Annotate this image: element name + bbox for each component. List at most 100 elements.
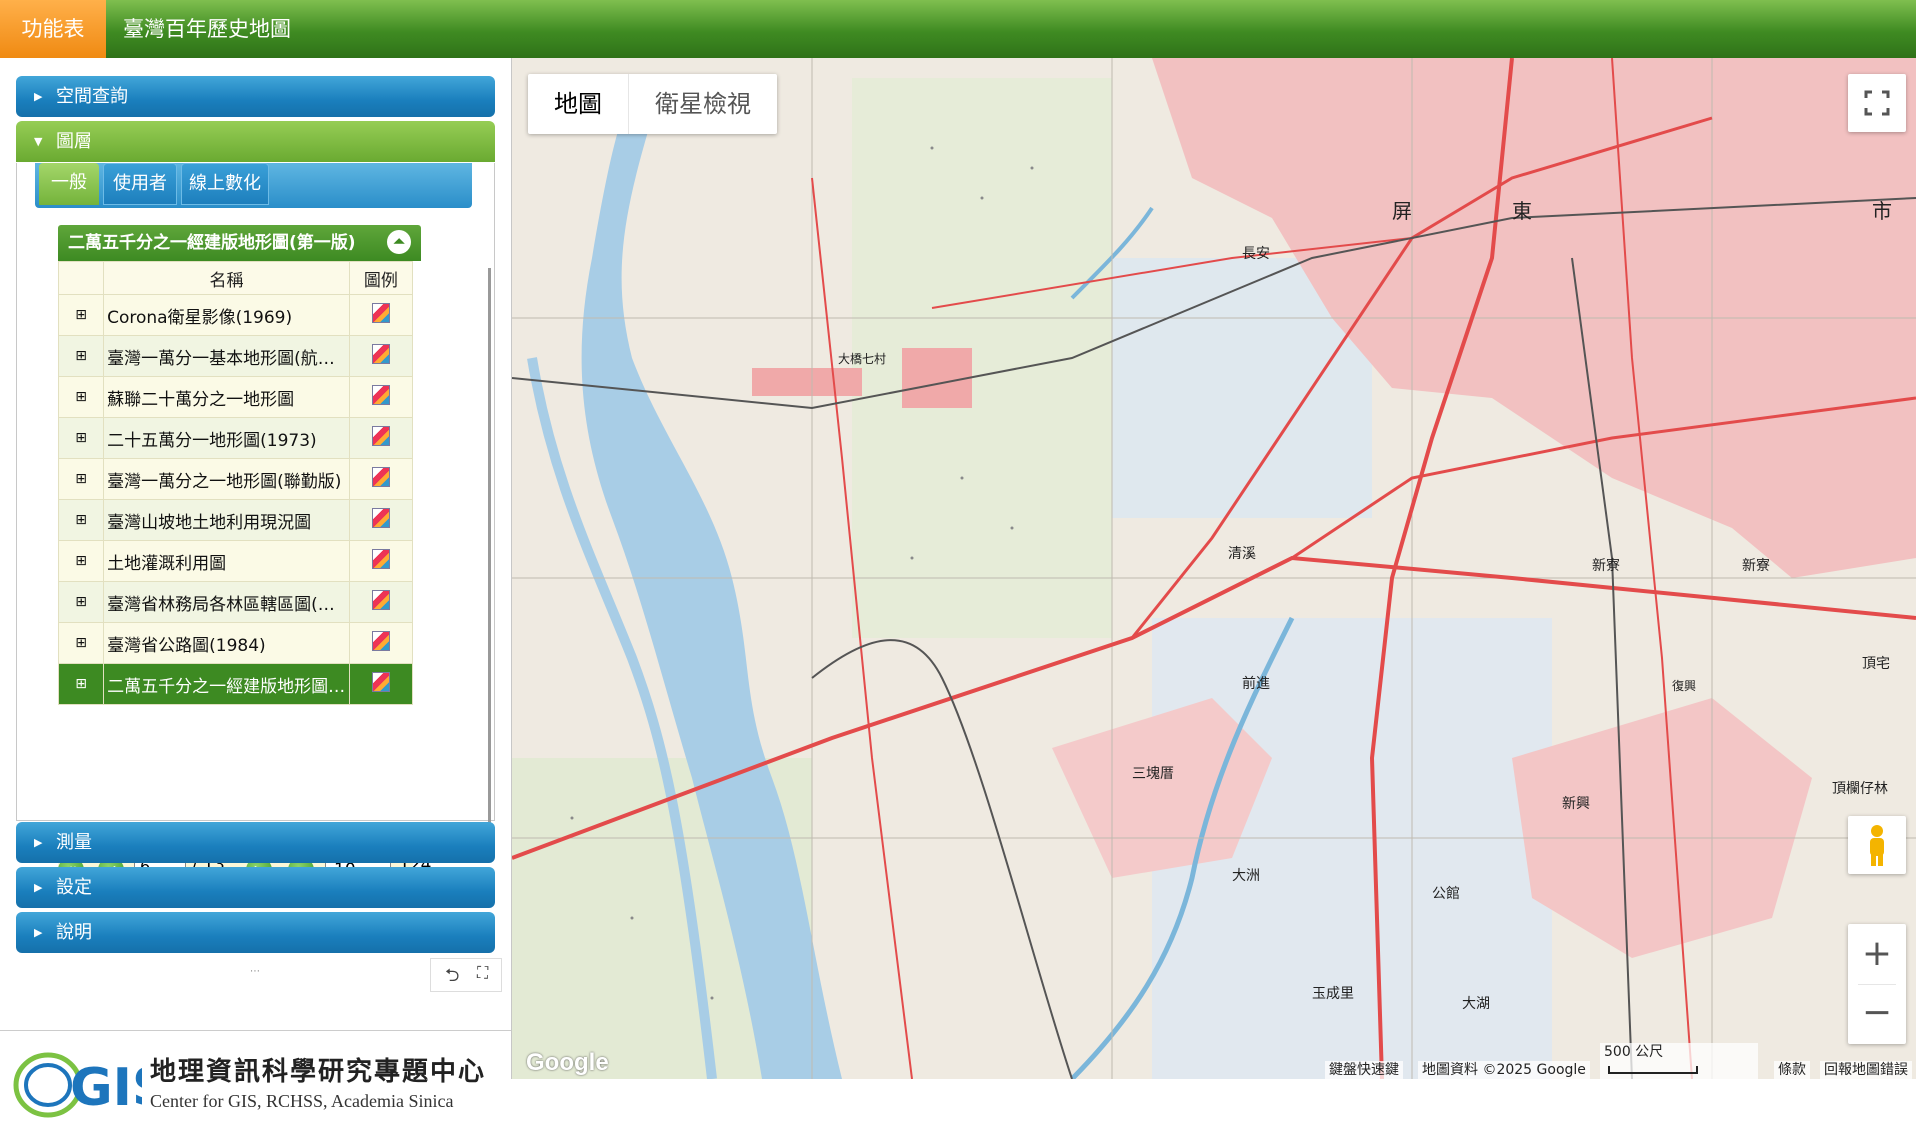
zoom-in-button[interactable]: + bbox=[1848, 924, 1906, 984]
chevron-right-icon: ▶ bbox=[34, 90, 43, 103]
legend-icon[interactable] bbox=[371, 548, 390, 569]
table-row[interactable]: ⊞臺灣一萬分一基本地形圖(航照正射影像) bbox=[57, 335, 414, 377]
legend-icon[interactable] bbox=[371, 671, 390, 692]
expand-icon[interactable]: ⊞ bbox=[57, 335, 105, 377]
expand-icon[interactable]: ⊞ bbox=[57, 294, 105, 336]
tab-general[interactable]: 一般 bbox=[39, 163, 99, 205]
gis-logo-icon: GIS bbox=[13, 1052, 142, 1118]
menu-button[interactable]: 功能表 bbox=[0, 0, 106, 58]
layer-name[interactable]: Corona衛星影像(1969) bbox=[103, 294, 350, 336]
google-logo[interactable]: Google bbox=[526, 1049, 609, 1077]
table-row[interactable]: ⊞ 蘇聯二十萬分之一地形圖 bbox=[57, 376, 414, 418]
layer-name[interactable]: 二萬五千分之一經建版地形圖(第一版) bbox=[103, 663, 350, 705]
legend-icon[interactable] bbox=[371, 302, 390, 323]
table-row[interactable]: ⊞ 臺灣山坡地土地利用現況圖 bbox=[57, 499, 414, 541]
expand-icon[interactable]: ⊞ bbox=[57, 417, 105, 459]
map-label: 市 bbox=[1872, 199, 1892, 223]
map-type-control: 地圖 衛星檢視 bbox=[528, 74, 777, 134]
map-canvas[interactable]: 屏 東 市 長安 大洲 新寮 新寮 前進 三塊厝 清溪 公館 頂宅 頂欄仔林 大… bbox=[512, 58, 1916, 1079]
legend-icon[interactable] bbox=[371, 466, 390, 487]
logo-subtitle: Center for GIS, RCHSS, Academia Sinica bbox=[150, 1091, 454, 1111]
scale-bar[interactable]: 500 公尺 bbox=[1600, 1043, 1758, 1079]
table-row[interactable]: ⊞ 土地灌溉利用圖 bbox=[57, 540, 414, 582]
section-layers[interactable]: ▼ 圖層 bbox=[16, 121, 495, 162]
street-view-pegman[interactable] bbox=[1848, 816, 1906, 874]
layer-tabs: 一般 使用者 線上數化 bbox=[35, 163, 472, 208]
map-type-map-button[interactable]: 地圖 bbox=[528, 74, 629, 134]
panel-tools: ⮌ ⛶ bbox=[430, 958, 502, 992]
keyboard-shortcuts-link[interactable]: 鍵盤快速鍵 bbox=[1325, 1061, 1403, 1079]
layer-name[interactable]: 二十五萬分一地形圖(1973) bbox=[103, 417, 350, 459]
expand-icon[interactable]: ⊞ bbox=[57, 499, 105, 541]
expand-icon[interactable]: ⊞ bbox=[57, 458, 105, 500]
layer-name[interactable]: 臺灣省林務局各林區轄區圖(林班圖) bbox=[103, 581, 350, 623]
expand-icon[interactable]: ⊞ bbox=[57, 581, 105, 623]
legend-icon[interactable] bbox=[371, 589, 390, 610]
section-spatial-query[interactable]: ▶ 空間查詢 bbox=[16, 76, 495, 117]
layer-name[interactable]: 土地灌溉利用圖 bbox=[103, 540, 350, 582]
legend-icon[interactable] bbox=[371, 630, 390, 651]
fullscreen-button[interactable] bbox=[1848, 74, 1906, 132]
table-row[interactable]: ⊞ 臺灣省公路圖(1984) bbox=[57, 622, 414, 664]
map-tiles: 屏 東 市 長安 大洲 新寮 新寮 前進 三塊厝 清溪 公館 頂宅 頂欄仔林 大… bbox=[512, 58, 1916, 1079]
collapse-icon[interactable]: ⏶ bbox=[387, 230, 411, 254]
report-map-error-link[interactable]: 回報地圖錯誤 bbox=[1820, 1061, 1912, 1079]
legend-icon[interactable] bbox=[371, 425, 390, 446]
terms-link[interactable]: 條款 bbox=[1774, 1061, 1810, 1079]
layer-name[interactable]: 臺灣一萬分之一地形圖(聯勤版) bbox=[103, 458, 350, 500]
column-expand bbox=[57, 261, 105, 295]
map-label: 頂欄仔林 bbox=[1832, 781, 1888, 797]
map-label: 復興 bbox=[1672, 678, 1696, 693]
map-label: 大湖 bbox=[1462, 996, 1490, 1012]
expand-icon[interactable]: ⊞ bbox=[57, 622, 105, 664]
section-help[interactable]: ▶ 說明 bbox=[16, 912, 495, 953]
tab-online-digitize[interactable]: 線上數化 bbox=[181, 163, 269, 205]
layer-name[interactable]: 臺灣山坡地土地利用現況圖 bbox=[103, 499, 350, 541]
legend-icon[interactable] bbox=[371, 507, 390, 528]
fullscreen-icon bbox=[1864, 90, 1890, 116]
column-legend: 圖例 bbox=[348, 261, 414, 295]
undo-icon[interactable]: ⮌ bbox=[445, 963, 459, 993]
section-measure[interactable]: ▶ 測量 bbox=[16, 822, 495, 863]
section-label: 圖層 bbox=[56, 131, 92, 152]
zoom-control: + − bbox=[1848, 924, 1906, 1044]
map-label: 玉成里 bbox=[1312, 986, 1354, 1002]
map-label: 大橋七村 bbox=[838, 352, 886, 366]
scale-line bbox=[1608, 1066, 1698, 1074]
layer-name[interactable]: 臺灣一萬分一基本地形圖(航照正射影像) bbox=[103, 335, 350, 377]
layer-name[interactable]: 蘇聯二十萬分之一地形圖 bbox=[103, 376, 350, 418]
logo-title: 地理資訊科學研究專題中心 bbox=[150, 1057, 487, 1087]
map-label: 新寮 bbox=[1592, 557, 1620, 574]
legend-icon[interactable] bbox=[371, 343, 390, 364]
map-label: 公館 bbox=[1432, 885, 1460, 902]
fullscreen-icon[interactable]: ⛶ bbox=[477, 963, 488, 983]
map-type-satellite-button[interactable]: 衛星檢視 bbox=[629, 74, 777, 134]
resize-handle-icon[interactable]: ⋯ bbox=[250, 966, 260, 977]
expand-icon[interactable]: ⊞ bbox=[57, 376, 105, 418]
zoom-out-button[interactable]: − bbox=[1848, 984, 1906, 1044]
layer-name[interactable]: 臺灣省公路圖(1984) bbox=[103, 622, 350, 664]
map-label: 前進 bbox=[1242, 675, 1270, 692]
tab-user[interactable]: 使用者 bbox=[103, 163, 177, 205]
table-row[interactable]: ⊞ 臺灣省林務局各林區轄區圖(林班圖) bbox=[57, 581, 414, 623]
table-row[interactable]: ⊞ 臺灣一萬分之一地形圖(聯勤版) bbox=[57, 458, 414, 500]
map-label: 屏 bbox=[1392, 199, 1412, 223]
map-data-attribution: 地圖資料 ©2025 Google bbox=[1418, 1061, 1590, 1079]
table-row[interactable]: ⊞ Corona衛星影像(1969) bbox=[57, 294, 414, 336]
left-panel: ▶ 空間查詢 ▼ 圖層 一般 使用者 線上數化 二萬五千分之一經建版地形圖(第一… bbox=[0, 58, 512, 1138]
map-label: 三塊厝 bbox=[1132, 766, 1174, 782]
table-row[interactable]: ⊞ 二十五萬分一地形圖(1973) bbox=[57, 417, 414, 459]
legend-icon[interactable] bbox=[371, 384, 390, 405]
expand-icon[interactable]: ⊞ bbox=[57, 540, 105, 582]
table-row-selected[interactable]: ⊞二萬五千分之一經建版地形圖(第一版) bbox=[57, 663, 414, 705]
top-bar: 功能表 臺灣百年歷史地圖 bbox=[0, 0, 1916, 58]
expand-icon[interactable]: ⊞ bbox=[57, 663, 105, 705]
chevron-down-icon: ▼ bbox=[34, 135, 43, 148]
map-label: 長安 bbox=[1242, 246, 1270, 262]
map-label: 頂宅 bbox=[1862, 656, 1890, 672]
map-label: 新興 bbox=[1562, 796, 1590, 812]
map-label: 新寮 bbox=[1742, 557, 1770, 574]
section-settings[interactable]: ▶ 設定 bbox=[16, 867, 495, 908]
layers-panel-body: 一般 使用者 線上數化 二萬五千分之一經建版地形圖(第一版) ⏶ 名稱 圖例 ⊞… bbox=[16, 163, 495, 887]
panel-scrollbar[interactable] bbox=[488, 268, 491, 858]
